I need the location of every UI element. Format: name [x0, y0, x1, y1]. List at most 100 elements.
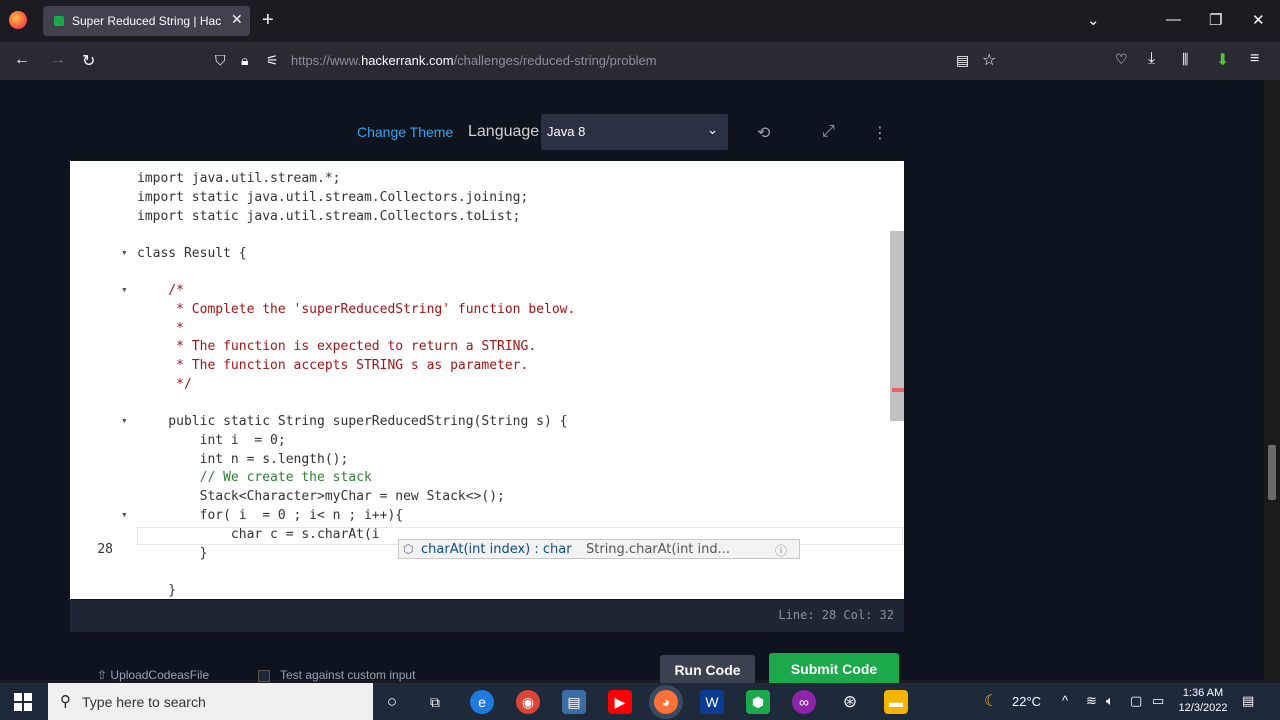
- clock[interactable]: 1:36 AM 12/3/2022: [1178, 686, 1228, 716]
- code-text: */: [137, 377, 192, 392]
- extension-icon[interactable]: ⬇: [1216, 50, 1229, 70]
- edge-icon[interactable]: e: [470, 690, 494, 714]
- tab-list-chevron-icon[interactable]: ⌄: [1087, 11, 1100, 29]
- lock-icon[interactable]: 🔒︎: [241, 52, 248, 69]
- code-line: *: [70, 321, 904, 340]
- window-close-icon[interactable]: ✕: [1252, 11, 1265, 29]
- upload-icon: ⇧: [97, 668, 108, 682]
- code-line: ▾ /*: [70, 283, 904, 302]
- autocomplete-suggestion[interactable]: ⬡ charAt(int index) : char String.charAt…: [398, 539, 800, 559]
- address-bar[interactable]: https://www.hackerrank.com/challenges/re…: [291, 53, 657, 68]
- task-view-icon[interactable]: ⧉: [423, 690, 447, 714]
- fold-chevron-icon[interactable]: ▾: [121, 508, 128, 521]
- fold-chevron-icon[interactable]: ▾: [121, 246, 128, 259]
- tray-chevron-up-icon[interactable]: ^: [1062, 693, 1068, 708]
- volume-icon[interactable]: 🔈︎: [1106, 693, 1114, 709]
- word-icon[interactable]: W: [700, 690, 724, 714]
- page-scrollbar-thumb[interactable]: [1268, 445, 1276, 500]
- code-text: import static java.util.stream.Collector…: [137, 209, 521, 224]
- new-tab-button[interactable]: +: [262, 10, 274, 30]
- code-line: }: [70, 583, 904, 599]
- language-select-value: Java 8: [547, 124, 586, 139]
- code-line: import java.util.stream.*;: [70, 171, 904, 190]
- network-icon[interactable]: ≋: [1086, 693, 1097, 709]
- code-text: class Result {: [137, 246, 247, 261]
- code-text: * The function accepts STRING s as param…: [137, 358, 529, 373]
- hackerrank-icon[interactable]: ⬢: [746, 690, 770, 714]
- battery-icon[interactable]: ▭: [1152, 693, 1164, 709]
- cortana-icon[interactable]: ○: [380, 690, 404, 714]
- firefox-logo-icon[interactable]: [9, 11, 27, 29]
- page-scrollbar[interactable]: [1264, 80, 1280, 680]
- downloads-icon[interactable]: ⤓: [1148, 50, 1155, 68]
- editor-status-bar: Line: 28 Col: 32: [70, 600, 904, 632]
- code-line: int n = s.length();: [70, 452, 904, 471]
- clock-time: 1:36 AM: [1182, 687, 1224, 699]
- pocket-icon[interactable]: ♡: [1115, 51, 1128, 68]
- run-code-button[interactable]: Run Code: [660, 655, 755, 685]
- tab-close-icon[interactable]: ✕: [231, 11, 243, 28]
- submit-code-button[interactable]: Submit Code: [769, 653, 899, 685]
- code-text: public static String superReducedString(…: [137, 414, 568, 429]
- clipboard-icon[interactable]: ▢: [1130, 693, 1142, 709]
- url-domain: hackerrank.com: [361, 53, 454, 68]
- code-text: int n = s.length();: [137, 452, 349, 467]
- custom-input-checkbox[interactable]: [258, 669, 270, 682]
- editor-scrollbar-error-marker: [892, 388, 904, 392]
- browser-app-icon[interactable]: ⊛: [838, 690, 862, 714]
- browser-tab-strip: Super Reduced String | HackerRank ✕ + ⌄ …: [0, 0, 1280, 42]
- forward-arrow-icon[interactable]: →: [50, 51, 66, 69]
- info-icon[interactable]: ⓘ: [775, 542, 787, 559]
- taskbar-search-input[interactable]: ⚲ Type here to search: [48, 683, 373, 720]
- permissions-icon[interactable]: ⚟: [266, 52, 279, 69]
- hackerrank-favicon-icon: [54, 16, 64, 26]
- restore-icon[interactable]: ❐: [1209, 11, 1222, 29]
- code-text: }: [137, 546, 208, 561]
- method-icon: ⬡: [403, 542, 414, 556]
- library-icon[interactable]: ⫼: [1182, 51, 1188, 68]
- bookmark-star-icon[interactable]: ☆: [982, 50, 996, 70]
- reload-icon[interactable]: ↻: [82, 51, 95, 71]
- search-placeholder: Type here to search: [82, 694, 206, 710]
- code-text: int i = 0;: [137, 433, 286, 448]
- code-text: }: [137, 583, 177, 598]
- app-icon[interactable]: ∞: [792, 690, 816, 714]
- fold-chevron-icon[interactable]: ▾: [121, 414, 128, 427]
- more-options-icon[interactable]: ⋮: [872, 123, 888, 143]
- code-line: // We create the stack: [70, 470, 904, 489]
- navigation-bar: ← → ↻ ⛉ 🔒︎ ⚟ https://www.hackerrank.com/…: [0, 42, 1280, 80]
- fold-chevron-icon[interactable]: ▾: [121, 283, 128, 296]
- file-explorer-icon[interactable]: ▬: [884, 690, 908, 714]
- minimize-icon[interactable]: —: [1166, 11, 1181, 28]
- editor-scrollbar-thumb[interactable]: [890, 231, 904, 421]
- change-theme-link[interactable]: Change Theme: [357, 124, 453, 140]
- notifications-icon[interactable]: ▤: [1242, 693, 1254, 709]
- restore-code-icon[interactable]: ⟲: [757, 123, 770, 143]
- temperature[interactable]: 22°C: [1012, 694, 1041, 709]
- code-editor[interactable]: import java.util.stream.*; import static…: [70, 161, 904, 599]
- tab-super-reduced-string[interactable]: Super Reduced String | HackerRank ✕: [43, 6, 250, 36]
- weather-moon-icon[interactable]: ☾: [984, 691, 998, 711]
- code-text: import static java.util.stream.Collector…: [137, 190, 529, 205]
- youtube-icon[interactable]: ▶: [608, 690, 632, 714]
- upload-label: UploadCodeasFile: [110, 668, 210, 682]
- windows-start-icon[interactable]: [14, 693, 32, 711]
- menu-icon[interactable]: ≡: [1250, 50, 1259, 68]
- language-select[interactable]: Java 8 ⌄: [541, 114, 728, 150]
- firefox-taskbar-icon[interactable]: ◕: [654, 690, 678, 714]
- code-text: *: [137, 321, 184, 336]
- fullscreen-icon[interactable]: ⤢: [822, 123, 835, 141]
- upload-code-button[interactable]: ⇧ UploadCodeasFile: [97, 668, 209, 682]
- tab-title: Super Reduced String | HackerRank: [72, 14, 222, 28]
- custom-input-toggle[interactable]: Test against custom input: [258, 668, 415, 682]
- code-text: char c = s.charAt(i: [137, 527, 380, 542]
- custom-input-label: Test against custom input: [280, 668, 416, 682]
- back-arrow-icon[interactable]: ←: [14, 51, 30, 69]
- file-icon[interactable]: ▤: [562, 690, 586, 714]
- url-prefix: https://www.: [291, 53, 362, 68]
- chrome-icon[interactable]: ◉: [516, 690, 540, 714]
- cursor-position: Line: 28 Col: 32: [778, 608, 894, 622]
- code-text: * Complete the 'superReducedString' func…: [137, 302, 576, 317]
- tracking-shield-icon[interactable]: ⛉: [215, 52, 226, 69]
- reader-view-icon[interactable]: ▤: [956, 52, 969, 69]
